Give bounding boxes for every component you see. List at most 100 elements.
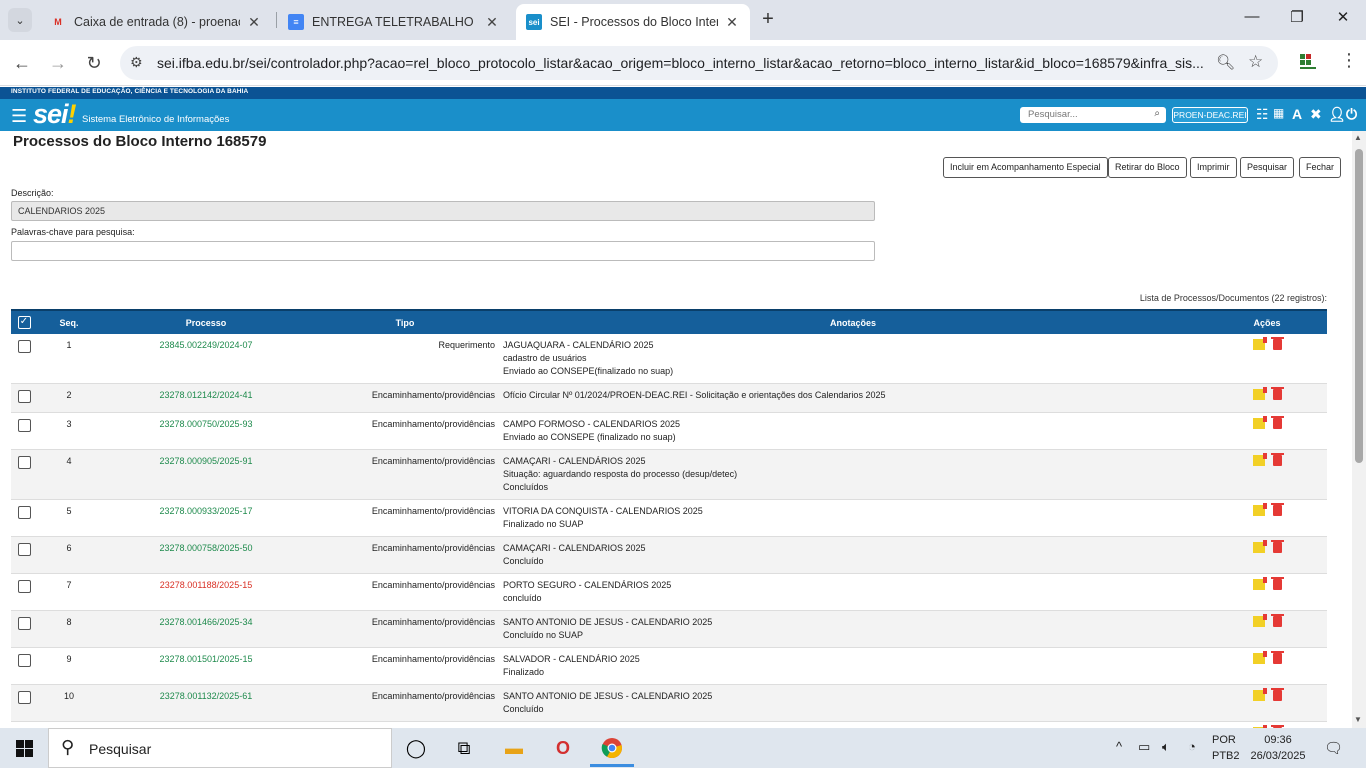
chrome-icon[interactable] [598, 734, 626, 762]
retirar-bloco-button[interactable]: Retirar do Bloco [1108, 157, 1187, 178]
row-checkbox[interactable] [17, 456, 31, 469]
processo-link[interactable]: 23278.000905/2025-91 [159, 456, 252, 466]
search-icon[interactable]: ⌕ [1154, 108, 1160, 119]
processo-link[interactable]: 23278.012142/2024-41 [159, 390, 252, 400]
window-close-icon[interactable]: ✕ [1331, 8, 1355, 26]
tab-search-icon[interactable]: ⌄ [8, 8, 32, 32]
trash-icon[interactable] [1270, 337, 1284, 350]
scroll-up-icon[interactable]: ▲ [1354, 133, 1362, 142]
row-select-cell[interactable] [11, 383, 37, 413]
annotation-icon[interactable] [1252, 651, 1267, 664]
processo-link[interactable]: 23845.002249/2024-07 [159, 340, 252, 350]
imprimir-button[interactable]: Imprimir [1190, 157, 1237, 178]
trash-icon[interactable] [1270, 688, 1284, 701]
fechar-button[interactable]: Fechar [1299, 157, 1342, 178]
annotation-icon[interactable] [1252, 387, 1267, 400]
row-select-cell[interactable] [11, 536, 37, 574]
sei-logo[interactable]: sei! [33, 99, 77, 130]
row-select-cell[interactable] [11, 684, 37, 722]
row-select-cell[interactable] [11, 412, 37, 450]
site-info-icon[interactable]: ⚙ [130, 54, 143, 71]
row-checkbox[interactable] [17, 580, 31, 593]
extension-icon[interactable] [1298, 52, 1318, 74]
task-view-icon[interactable]: ⧉ [450, 734, 478, 762]
annotation-icon[interactable] [1252, 540, 1267, 553]
row-checkbox[interactable] [17, 390, 31, 403]
new-tab-icon[interactable]: + [758, 9, 778, 31]
volume-icon[interactable]: 🔈︎ [1162, 739, 1170, 755]
select-all-checkbox[interactable]: ✓ [17, 316, 31, 329]
close-icon[interactable]: ✕ [484, 14, 500, 31]
row-checkbox[interactable] [17, 691, 31, 704]
annotation-icon[interactable] [1252, 453, 1267, 466]
row-checkbox[interactable] [17, 654, 31, 667]
trash-icon[interactable] [1270, 503, 1284, 516]
tray-chevron-icon[interactable]: ^ [1116, 739, 1122, 754]
col-seq[interactable]: Seq. [37, 309, 101, 334]
tab-docs[interactable]: ≡ ENTREGA TELETRABALHO MAR ✕ [278, 4, 510, 40]
pesquisar-button[interactable]: Pesquisar [1240, 157, 1295, 178]
trash-icon[interactable] [1270, 540, 1284, 553]
power-icon[interactable]: ⏻ [1346, 106, 1357, 123]
processo-link[interactable]: 23278.000750/2025-93 [159, 419, 252, 429]
hamburger-menu-icon[interactable]: ☰ [11, 106, 27, 127]
annotation-icon[interactable] [1252, 614, 1267, 627]
sei-search-input[interactable]: Pesquisar... ⌕ [1020, 107, 1166, 123]
page-scrollbar[interactable]: ▲ ▼ [1352, 131, 1366, 728]
tab-gmail[interactable]: M Caixa de entrada (8) - proenac@ ✕ [40, 4, 272, 40]
numpad-icon[interactable]: ▦ [1273, 106, 1284, 120]
wifi-icon[interactable]: ◔ [1188, 739, 1196, 754]
acompanhamento-button[interactable]: Incluir em Acompanhamento Especial [943, 157, 1108, 178]
row-checkbox[interactable] [17, 419, 31, 432]
row-checkbox[interactable] [17, 506, 31, 519]
annotation-icon[interactable] [1252, 337, 1267, 350]
tools-icon[interactable]: ✖ [1310, 106, 1322, 123]
notifications-icon[interactable]: 🗨︎ [1324, 739, 1343, 757]
unit-selector[interactable]: PROEN-DEAC.REI [1172, 107, 1248, 123]
trash-icon[interactable] [1270, 577, 1284, 590]
annotation-icon[interactable] [1252, 416, 1267, 429]
col-processo[interactable]: Processo [101, 309, 311, 334]
processo-link[interactable]: 23278.000933/2025-17 [159, 506, 252, 516]
col-anotacoes[interactable]: Anotações [499, 309, 1207, 334]
row-checkbox[interactable] [17, 617, 31, 630]
restore-icon[interactable]: ❐ [1285, 8, 1309, 26]
windows-start-icon[interactable] [16, 740, 33, 757]
user-icon[interactable]: 👤︎ [1328, 106, 1346, 123]
processo-link[interactable]: 23278.001466/2025-34 [159, 617, 252, 627]
annotation-icon[interactable] [1252, 503, 1267, 516]
bookmark-star-icon[interactable]: ☆ [1248, 52, 1263, 72]
back-icon[interactable]: ← [10, 52, 34, 74]
system-clock[interactable]: 09:36 26/03/2025 [1248, 732, 1308, 764]
tab-sei[interactable]: sei SEI - Processos do Bloco Interno ✕ [516, 4, 750, 40]
trash-icon[interactable] [1270, 387, 1284, 400]
row-checkbox[interactable] [17, 543, 31, 556]
palavras-chave-input[interactable] [11, 241, 875, 261]
list-icon[interactable]: ☷ [1256, 106, 1269, 123]
trash-icon[interactable] [1270, 614, 1284, 627]
row-select-cell[interactable] [11, 334, 37, 384]
forward-icon[interactable]: → [46, 52, 70, 74]
row-select-cell[interactable] [11, 449, 37, 500]
scroll-down-icon[interactable]: ▼ [1354, 715, 1362, 724]
reload-icon[interactable]: ↻ [82, 52, 106, 74]
scrollbar-thumb[interactable] [1355, 149, 1363, 463]
annotation-icon[interactable] [1252, 577, 1267, 590]
trash-icon[interactable] [1270, 416, 1284, 429]
processo-link[interactable]: 23278.001188/2025-15 [160, 580, 252, 590]
close-icon[interactable]: ✕ [246, 14, 262, 31]
trash-icon[interactable] [1270, 651, 1284, 664]
row-checkbox[interactable] [17, 340, 31, 353]
language-indicator[interactable]: POR PTB2 [1212, 732, 1240, 764]
battery-icon[interactable]: ▭ [1138, 739, 1150, 755]
processo-link[interactable]: 23278.001132/2025-61 [160, 691, 252, 701]
zoom-icon[interactable]: 🔍︎ [1216, 53, 1235, 71]
row-select-cell[interactable] [11, 610, 37, 648]
opera-icon[interactable]: O [549, 734, 577, 762]
row-select-cell[interactable] [11, 647, 37, 685]
row-select-cell[interactable] [11, 573, 37, 611]
url-text[interactable]: sei.ifba.edu.br/sei/controlador.php?acao… [157, 55, 1207, 71]
processo-link[interactable]: 23278.000758/2025-50 [159, 543, 252, 553]
close-icon[interactable]: ✕ [724, 14, 740, 31]
browser-menu-icon[interactable]: ⋮ [1340, 50, 1358, 71]
